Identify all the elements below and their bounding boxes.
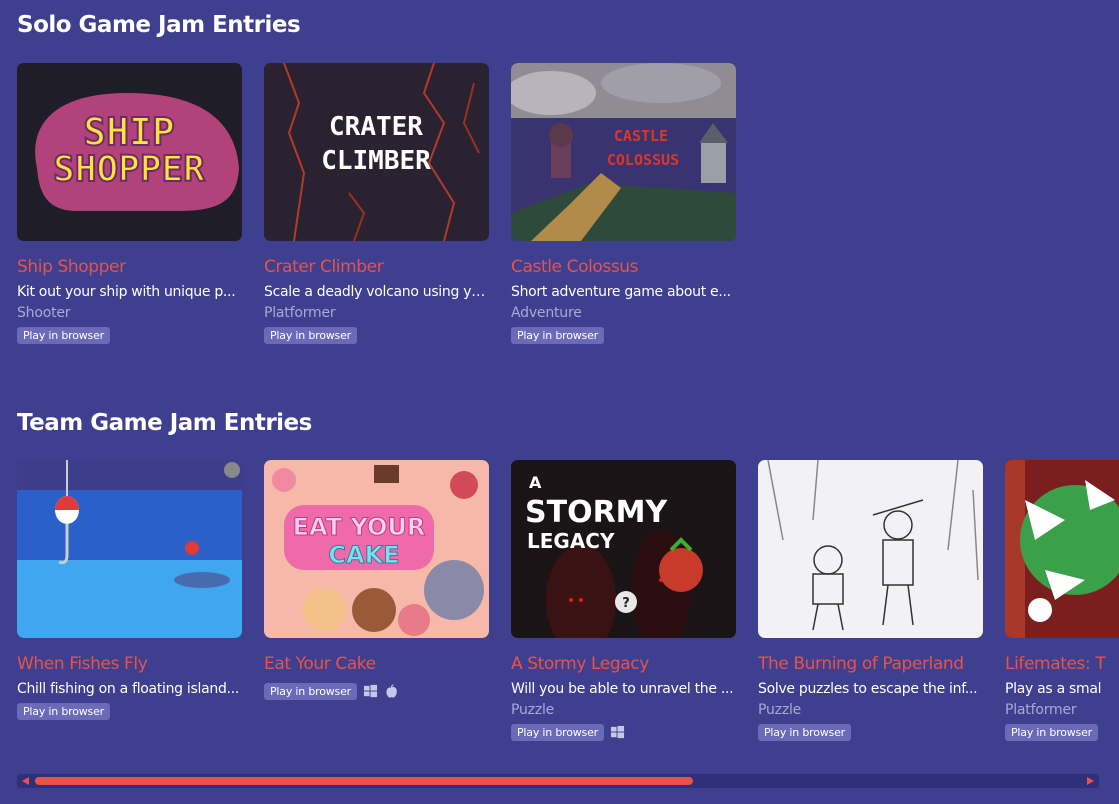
solo-section-heading: Solo Game Jam Entries bbox=[17, 12, 301, 38]
team-entries-row: When Fishes Fly Chill fishing on a float… bbox=[17, 460, 1119, 741]
ship-shopper-thumbnail[interactable]: SHIP SHOPPER bbox=[17, 63, 242, 241]
game-genre[interactable]: Adventure bbox=[511, 305, 736, 321]
game-card-when-fishes-fly[interactable]: When Fishes Fly Chill fishing on a float… bbox=[17, 460, 242, 741]
play-in-browser-badge: Play in browser bbox=[17, 327, 110, 344]
crater-title-line2: CLIMBER bbox=[321, 146, 431, 176]
game-description: Scale a deadly volcano using yo... bbox=[264, 284, 489, 300]
game-card-eat-your-cake[interactable]: EAT YOUR CAKE Eat Your Cake Play in brow… bbox=[264, 460, 489, 741]
ship-title-line2: SHOPPER bbox=[53, 149, 205, 190]
play-in-browser-badge: Play in browser bbox=[17, 703, 110, 720]
game-genre[interactable]: Platformer bbox=[1005, 702, 1119, 718]
game-card-castle-colossus[interactable]: CASTLE COLOSSUS Castle Colossus Short ad… bbox=[511, 63, 736, 344]
stormy-title-line2: STORMY bbox=[525, 495, 669, 530]
castle-title-line2: COLOSSUS bbox=[607, 151, 679, 169]
horizontal-scrollbar[interactable] bbox=[17, 774, 1099, 788]
game-card-a-stormy-legacy[interactable]: ? A STORMY LEGACY A Stormy Legacy Will y… bbox=[511, 460, 736, 741]
play-in-browser-badge: Play in browser bbox=[264, 683, 357, 700]
a-stormy-legacy-thumbnail[interactable]: ? A STORMY LEGACY bbox=[511, 460, 736, 638]
ship-title-line1: SHIP bbox=[83, 110, 175, 154]
windows-icon bbox=[363, 684, 378, 698]
scroll-left-arrow-icon[interactable] bbox=[22, 777, 29, 785]
windows-icon bbox=[610, 725, 625, 739]
crater-title-line1: CRATER bbox=[329, 112, 423, 142]
crater-climber-thumbnail[interactable]: CRATER CLIMBER bbox=[264, 63, 489, 241]
game-title[interactable]: When Fishes Fly bbox=[17, 654, 242, 674]
game-description: Will you be able to unravel the ... bbox=[511, 681, 734, 697]
game-card-ship-shopper[interactable]: SHIP SHOPPER Ship Shopper Kit out your s… bbox=[17, 63, 242, 344]
game-description: Chill fishing on a floating island... bbox=[17, 681, 239, 697]
play-in-browser-badge: Play in browser bbox=[758, 724, 851, 741]
stormy-title-line3: LEGACY bbox=[527, 529, 615, 553]
castle-title-line1: CASTLE bbox=[614, 127, 668, 145]
game-genre[interactable]: Shooter bbox=[17, 305, 242, 321]
game-title[interactable]: A Stormy Legacy bbox=[511, 654, 736, 674]
eat-your-cake-thumbnail[interactable]: EAT YOUR CAKE bbox=[264, 460, 489, 638]
crater-climber-cover-art: CRATER CLIMBER bbox=[264, 63, 489, 241]
game-description: Solve puzzles to escape the inf... bbox=[758, 681, 978, 697]
when-fishes-fly-cover-art bbox=[17, 460, 242, 638]
when-fishes-fly-thumbnail[interactable] bbox=[17, 460, 242, 638]
stormy-title-line1: A bbox=[529, 473, 542, 492]
eat-your-cake-cover-art: EAT YOUR CAKE bbox=[264, 460, 489, 638]
game-title[interactable]: Lifemates: T bbox=[1005, 654, 1119, 674]
game-title[interactable]: Castle Colossus bbox=[511, 257, 736, 277]
game-title[interactable]: Crater Climber bbox=[264, 257, 489, 277]
the-burning-of-paperland-cover-art bbox=[758, 460, 983, 638]
castle-colossus-cover-art: CASTLE COLOSSUS bbox=[511, 63, 736, 241]
game-description: Kit out your ship with unique p... bbox=[17, 284, 236, 300]
a-stormy-legacy-cover-art: ? A STORMY LEGACY bbox=[511, 460, 736, 638]
scroll-right-arrow-icon[interactable] bbox=[1087, 777, 1094, 785]
stormy-speech-bubble: ? bbox=[622, 596, 630, 611]
play-in-browser-badge: Play in browser bbox=[1005, 724, 1098, 741]
game-title[interactable]: Eat Your Cake bbox=[264, 654, 489, 674]
apple-icon bbox=[386, 684, 397, 698]
game-description: Short adventure game about e... bbox=[511, 284, 731, 300]
play-in-browser-badge: Play in browser bbox=[511, 724, 604, 741]
game-card-lifemates[interactable]: Lifemates: T Play as a smal Platformer P… bbox=[1005, 460, 1119, 741]
game-genre[interactable]: Puzzle bbox=[511, 702, 736, 718]
solo-entries-row: SHIP SHOPPER Ship Shopper Kit out your s… bbox=[17, 63, 1119, 344]
cake-title-line2: CAKE bbox=[328, 541, 399, 569]
ship-shopper-cover-art: SHIP SHOPPER bbox=[17, 63, 242, 241]
castle-colossus-thumbnail[interactable]: CASTLE COLOSSUS bbox=[511, 63, 736, 241]
game-card-the-burning-of-paperland[interactable]: The Burning of Paperland Solve puzzles t… bbox=[758, 460, 983, 741]
play-in-browser-badge: Play in browser bbox=[511, 327, 604, 344]
lifemates-thumbnail[interactable] bbox=[1005, 460, 1119, 638]
game-title[interactable]: Ship Shopper bbox=[17, 257, 242, 277]
lifemates-cover-art bbox=[1005, 460, 1119, 638]
team-section-heading: Team Game Jam Entries bbox=[17, 410, 312, 436]
game-genre[interactable]: Platformer bbox=[264, 305, 489, 321]
game-description: Play as a smal bbox=[1005, 681, 1102, 697]
play-in-browser-badge: Play in browser bbox=[264, 327, 357, 344]
the-burning-of-paperland-thumbnail[interactable] bbox=[758, 460, 983, 638]
game-genre[interactable]: Puzzle bbox=[758, 702, 983, 718]
game-card-crater-climber[interactable]: CRATER CLIMBER Crater Climber Scale a de… bbox=[264, 63, 489, 344]
scrollbar-thumb[interactable] bbox=[35, 777, 693, 785]
game-title[interactable]: The Burning of Paperland bbox=[758, 654, 983, 674]
cake-title-line1: EAT YOUR bbox=[293, 513, 426, 541]
